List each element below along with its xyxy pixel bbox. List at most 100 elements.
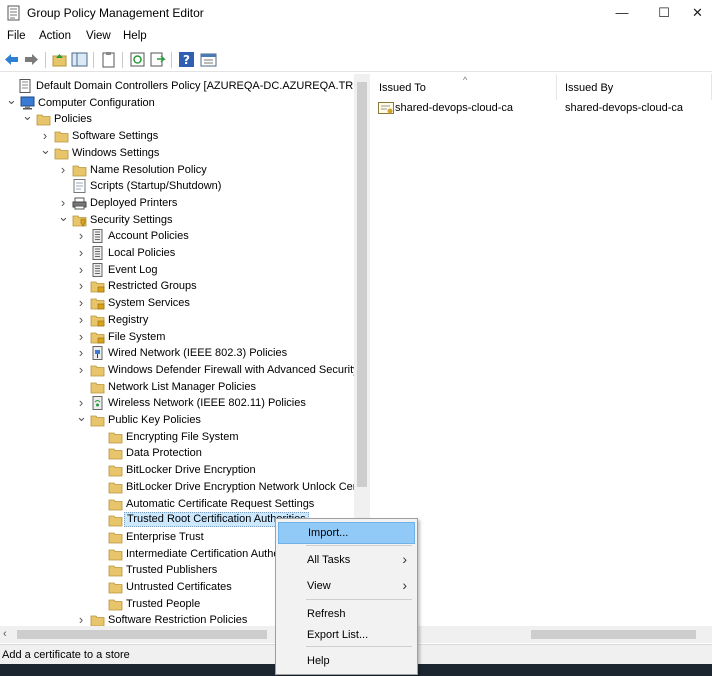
minimize-button[interactable]: — <box>600 0 644 26</box>
collapsed-chevron-icon[interactable]: › <box>40 129 50 142</box>
svg-text:?: ? <box>183 53 190 67</box>
tree-item[interactable]: ⌄ Computer Configuration <box>0 93 354 112</box>
tree-item[interactable]: ⌄ Public Key Policies <box>0 410 354 429</box>
tree-item[interactable]: › Event Log <box>0 262 354 279</box>
folder-icon <box>108 446 123 460</box>
folder-icon <box>108 480 123 494</box>
clipboard-icon[interactable] <box>100 51 117 68</box>
close-button[interactable]: ✕ <box>683 0 712 26</box>
context-menu-item[interactable]: All Tasks › <box>278 550 415 572</box>
list-horizontal-scrollbar[interactable] <box>371 626 712 643</box>
tree-item[interactable]: › Windows Defender Firewall with Advanced… <box>0 362 359 379</box>
refresh-icon[interactable] <box>129 51 146 68</box>
wireless-icon <box>90 396 105 411</box>
context-menu-separator <box>306 646 412 647</box>
tree-item[interactable]: Encrypting File System <box>0 429 354 446</box>
tree-item-label: Trusted People <box>126 597 201 610</box>
forward-icon[interactable] <box>23 51 40 68</box>
tree-item[interactable]: Default Domain Controllers Policy [AZURE… <box>0 78 369 95</box>
tree-item[interactable]: Data Protection <box>0 445 354 462</box>
tree-item-label: Untrusted Certificates <box>126 581 232 593</box>
collapsed-chevron-icon[interactable]: › <box>76 613 86 626</box>
tree-item[interactable]: › Software Settings <box>0 128 354 145</box>
collapsed-chevron-icon[interactable]: › <box>76 396 86 409</box>
tree-item[interactable]: › File System <box>0 329 354 346</box>
list-item[interactable]: shared-devops-cloud-ca shared-devops-clo… <box>371 74 712 118</box>
export-list-icon[interactable] <box>149 51 166 68</box>
folder-icon <box>36 112 51 126</box>
folder-icon <box>72 163 87 177</box>
context-menu-item-label: Refresh <box>307 608 346 620</box>
expanded-chevron-icon[interactable]: ⌄ <box>76 410 87 423</box>
tree-item[interactable]: › Account Policies <box>0 228 354 245</box>
details-pane[interactable]: Issued To ^ Issued By shared-devops-clou… <box>371 74 712 626</box>
tree-item-label: Local Policies <box>108 247 176 259</box>
tree-item[interactable]: › Deployed Printers <box>0 195 354 212</box>
tree-item[interactable]: BitLocker Drive Encryption <box>0 462 354 479</box>
tree-item[interactable]: › Wired Network (IEEE 802.3) Policies <box>0 345 354 362</box>
collapsed-chevron-icon[interactable]: › <box>76 229 86 242</box>
tree-item[interactable]: › System Services <box>0 295 354 312</box>
submenu-arrow-icon: › <box>402 551 407 567</box>
tree-item-label: Registry <box>108 313 149 326</box>
up-folder-icon[interactable] <box>51 51 68 68</box>
show-hide-tree-icon[interactable] <box>71 51 88 68</box>
context-menu-item[interactable]: Import... <box>278 522 415 544</box>
toolbar: ? <box>0 48 712 72</box>
expanded-chevron-icon[interactable]: ⌄ <box>6 93 17 106</box>
tree-item[interactable]: › Local Policies <box>0 245 354 262</box>
collapsed-chevron-icon[interactable]: › <box>76 279 86 292</box>
tree-scroll-thumb[interactable] <box>357 82 367 487</box>
menu-file[interactable]: File <box>7 30 26 42</box>
tree-item[interactable]: Automatic Certificate Request Settings <box>0 496 354 513</box>
collapsed-chevron-icon[interactable]: › <box>76 346 86 359</box>
scroll-icon <box>18 79 33 93</box>
back-icon[interactable] <box>3 51 20 68</box>
collapsed-chevron-icon[interactable]: › <box>76 313 86 326</box>
expanded-chevron-icon[interactable]: ⌄ <box>40 143 51 156</box>
collapsed-chevron-icon[interactable]: › <box>76 246 86 259</box>
tree-item[interactable]: BitLocker Drive Encryption Network Unloc… <box>0 479 369 496</box>
menu-view[interactable]: View <box>86 30 111 42</box>
tree-item[interactable]: › Restricted Groups <box>0 278 354 295</box>
menu-action[interactable]: Action <box>39 30 71 42</box>
tree-item[interactable]: Scripts (Startup/Shutdown) <box>0 178 354 195</box>
tree-item[interactable]: › Name Resolution Policy <box>0 162 354 179</box>
expanded-chevron-icon[interactable]: ⌄ <box>22 109 33 122</box>
scroll-left-icon[interactable]: ‹ <box>3 628 7 640</box>
collapsed-chevron-icon[interactable]: › <box>76 363 86 376</box>
tree-item[interactable]: › Registry <box>0 312 354 329</box>
maximize-button[interactable]: ☐ <box>642 0 686 26</box>
tree-item-label: Data Protection <box>126 447 202 460</box>
tree-item-label: Windows Settings <box>72 146 160 159</box>
context-menu-item[interactable]: Refresh <box>278 604 415 626</box>
context-menu-item[interactable]: View › <box>278 576 415 598</box>
certificate-icon <box>378 102 394 114</box>
folder-icon <box>108 430 123 444</box>
collapsed-chevron-icon[interactable]: › <box>76 330 86 343</box>
collapsed-chevron-icon[interactable]: › <box>76 296 86 309</box>
toolbar-separator <box>93 52 94 68</box>
tree-item[interactable]: ⌄ Policies <box>0 109 354 128</box>
tree-item[interactable]: ⌄ Windows Settings <box>0 143 354 162</box>
tree-hscroll-thumb[interactable] <box>17 630 267 639</box>
context-menu-item[interactable]: Help <box>278 651 415 673</box>
collapsed-chevron-icon[interactable]: › <box>76 263 86 276</box>
tree-item[interactable]: Network List Manager Policies <box>0 379 354 396</box>
policy-doc-icon <box>90 262 105 277</box>
collapsed-chevron-icon[interactable]: › <box>58 163 68 176</box>
collapsed-chevron-icon[interactable]: › <box>58 196 68 209</box>
tree-item[interactable]: ⌄ Security Settings <box>0 210 354 229</box>
tree-item-label: Account Policies <box>108 230 189 243</box>
submenu-arrow-icon: › <box>402 577 407 593</box>
help-icon[interactable]: ? <box>178 51 195 68</box>
expanded-chevron-icon[interactable]: ⌄ <box>58 210 69 223</box>
list-hscroll-thumb[interactable] <box>531 630 696 639</box>
tree-item[interactable]: › Wireless Network (IEEE 802.11) Policies <box>0 395 354 412</box>
menu-help[interactable]: Help <box>123 30 147 42</box>
toolbar-separator <box>122 52 123 68</box>
context-menu-item[interactable]: Export List... <box>278 625 415 647</box>
tree-item-label: Network List Manager Policies <box>108 380 256 393</box>
folder-icon <box>108 563 123 577</box>
properties-icon[interactable] <box>200 51 217 68</box>
